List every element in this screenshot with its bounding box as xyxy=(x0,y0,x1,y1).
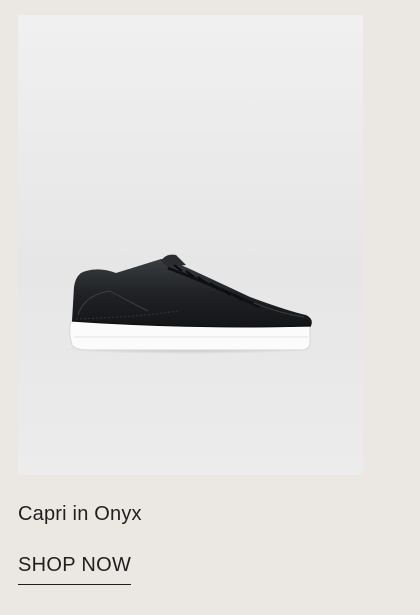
shoe-upper xyxy=(72,258,312,328)
product-card: Capri in Onyx SHOP NOW xyxy=(0,0,420,615)
product-title: Capri in Onyx xyxy=(18,503,142,525)
product-image[interactable] xyxy=(18,15,363,475)
shop-now-link[interactable]: SHOP NOW xyxy=(18,551,132,585)
sneaker-illustration xyxy=(60,254,316,354)
